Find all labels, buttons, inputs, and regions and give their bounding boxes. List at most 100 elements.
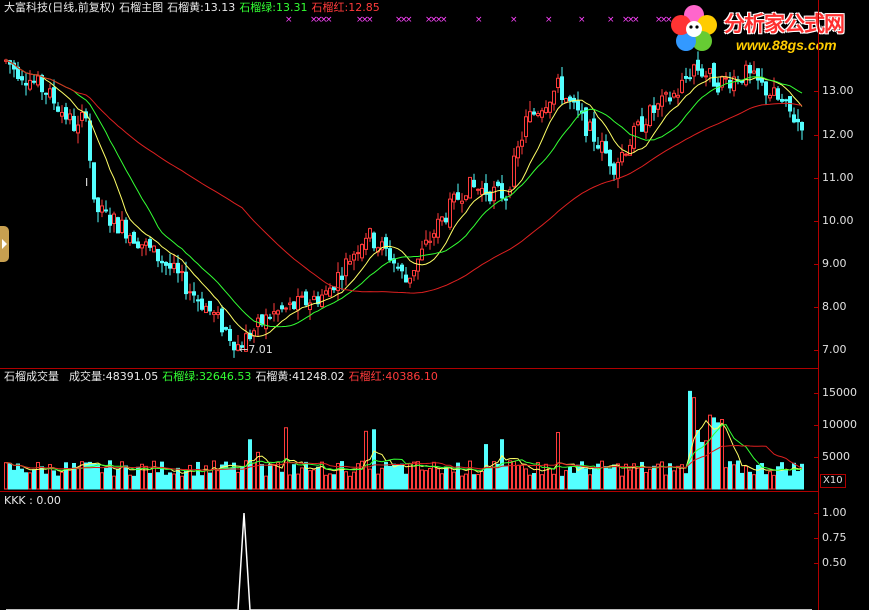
candle-body [52,87,56,104]
candle-body [148,239,152,248]
signal-mark: × [607,15,615,25]
candle-body [200,298,204,310]
volume-bar [268,463,272,490]
candle-body [496,181,500,186]
candle-body [136,241,140,249]
volume-bar [744,465,748,490]
candle-body [168,263,172,269]
candle-body [388,248,392,261]
signal-mark: × [578,15,586,25]
candle-body [564,98,568,103]
volume-bar [388,465,392,490]
candle-body [372,232,376,249]
volume-bar [436,468,440,490]
candle-body [124,219,128,239]
candle-body [512,155,516,187]
panel-toggle-handle[interactable] [0,226,9,262]
candle-body [180,271,184,274]
candle-body [132,231,136,244]
candle-body [660,95,664,107]
signal-mark: × [475,15,483,25]
volume-bar [772,474,776,490]
candle-body [456,192,460,200]
signal-mark: × [325,15,333,25]
candle-body [780,98,784,102]
volume-bar [160,461,164,490]
volume-bar [748,471,752,490]
price-tick-mark [814,178,818,179]
candle-body [476,188,480,191]
candle-body [640,116,644,132]
price-tick-mark [814,264,818,265]
volume-bar [296,473,300,490]
volume-bar [768,471,772,490]
volume-bar [552,473,556,490]
candle-body [616,161,620,179]
candle-body [532,111,536,115]
volume-bar [200,475,204,490]
candle-body [560,76,564,100]
candle-body [800,121,804,131]
candle-body [276,310,280,315]
candle-body [768,95,772,99]
volume-bar [208,472,212,490]
volume-bar [516,464,520,490]
volume-bar [464,473,468,490]
volume-bar [560,475,564,490]
volume-bar [700,441,704,490]
price-tick: 7.00 [822,343,847,356]
volume-tick-mark [814,425,818,426]
price-chart[interactable]: × ×××× ××× ××× ×××× × × × × × ××× ××× [0,0,818,368]
volume-chart[interactable] [0,369,818,491]
volume-bar [444,466,448,490]
volume-bar [32,469,36,490]
volume-bar [788,475,792,490]
candle-body [656,103,660,110]
candle-body [100,205,104,213]
volume-bar [628,469,632,490]
candle-body [600,140,604,153]
candle-body [520,139,524,147]
candle-body [608,149,612,167]
right-axis-line [818,0,819,610]
volume-bar [172,473,176,490]
candle-body [752,70,756,74]
candle-body [304,291,308,306]
candle-body [292,301,296,310]
volume-bar [324,474,328,490]
candle-body [188,291,192,294]
volume-bar [272,464,276,490]
candle-body [196,299,200,302]
volume-scale-badge: X10 [820,474,846,488]
price-tick-mark [814,135,818,136]
candle-body [92,162,96,200]
volume-bar [728,461,732,490]
candle-body [592,118,596,142]
candle-body [300,295,304,298]
candle-body [568,96,572,102]
candle-body [116,217,120,234]
candle-body [704,75,708,78]
candle-body [216,312,220,316]
volume-bar [236,471,240,490]
candle-body [504,198,508,201]
candle-body [536,112,540,117]
candle-body [420,248,424,261]
volume-bar [604,466,608,490]
volume-bar [408,463,412,490]
candle-body [724,77,728,80]
candle-body [160,260,164,264]
kkk-chart[interactable] [0,492,818,610]
candle-body [68,113,72,121]
volume-bar [668,463,672,490]
kkk-tick-mark [814,538,818,539]
volume-bar [704,440,708,490]
volume-bar [764,474,768,490]
volume-bar [328,473,332,490]
candle-body [544,107,548,114]
volume-bar [664,474,668,490]
volume-tick: 15000 [822,386,857,399]
candle-body [556,77,560,89]
volume-bar [480,470,484,490]
candle-body [20,76,24,81]
